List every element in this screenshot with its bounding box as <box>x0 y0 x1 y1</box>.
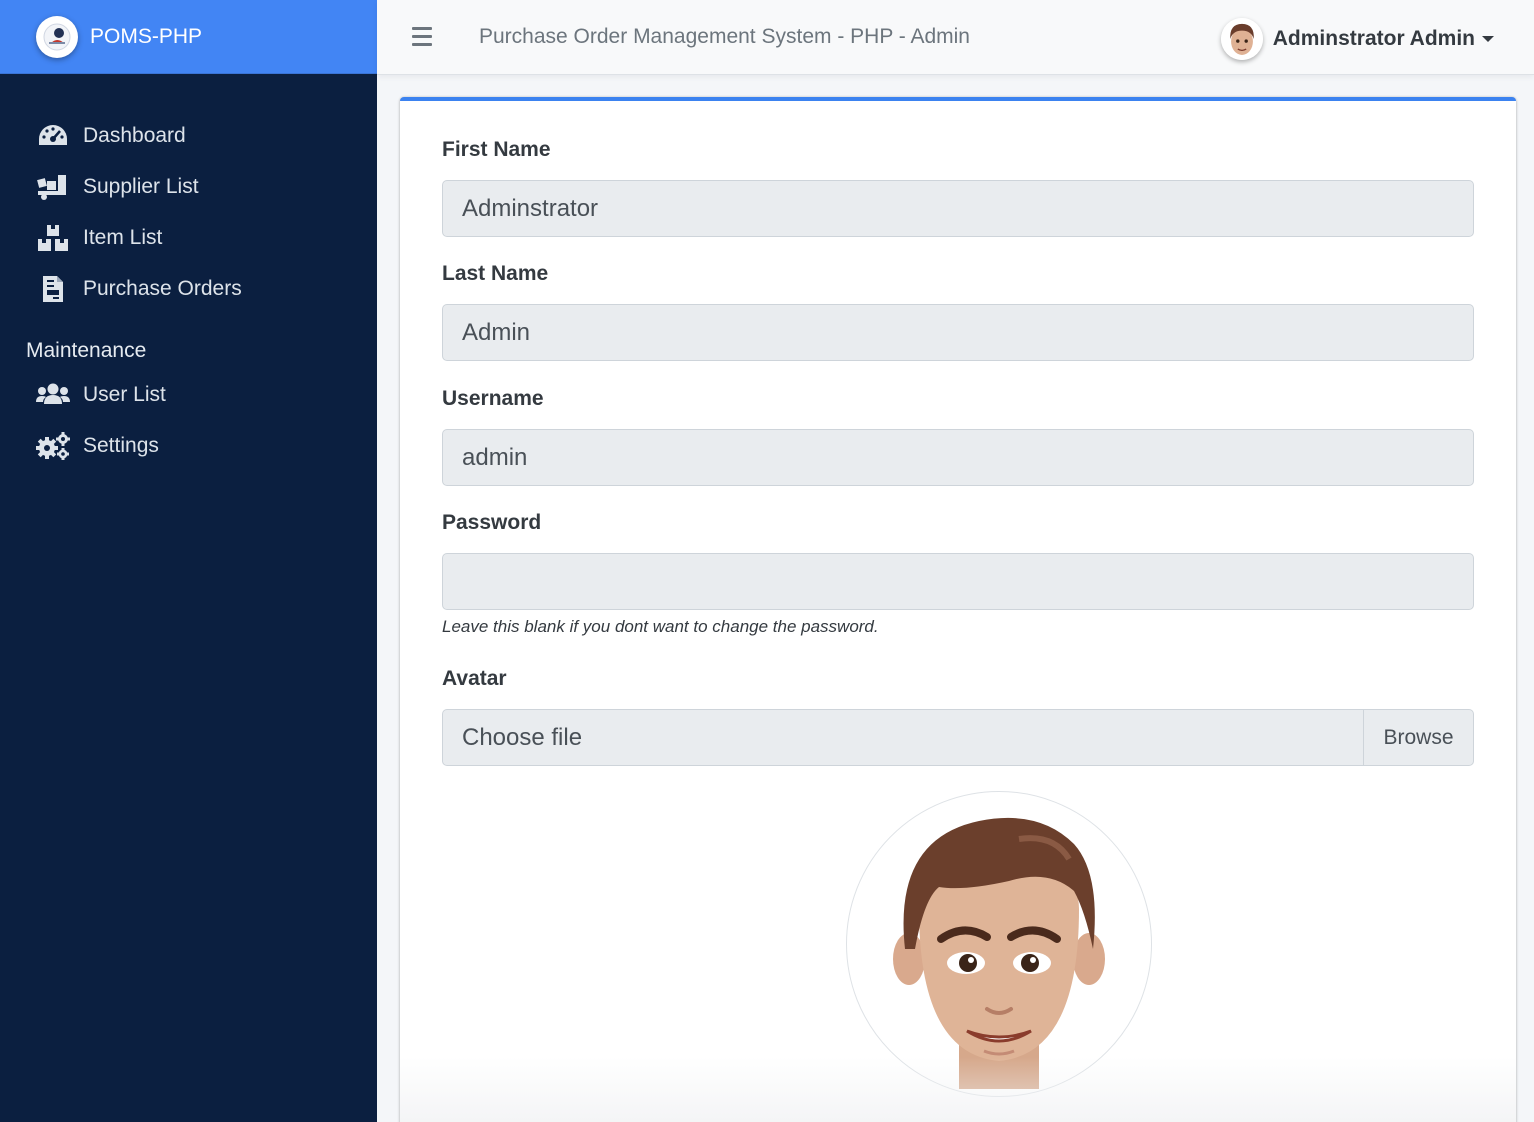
sidebar-item-purchase-orders[interactable]: Purchase Orders <box>0 263 377 314</box>
sidebar-item-label: Item List <box>83 225 163 249</box>
user-settings-card: First Name Adminstrator Last Name Admin … <box>400 97 1516 1122</box>
sidebar-item-label: Settings <box>83 433 159 457</box>
browse-button[interactable]: Browse <box>1363 710 1473 765</box>
topbar: Purchase Order Management System - PHP -… <box>377 0 1534 75</box>
avatar <box>1220 18 1263 60</box>
file-input-placeholder: Choose file <box>462 724 583 751</box>
avatar-face-icon <box>893 817 1105 1089</box>
brand-name: POMS-PHP <box>90 24 203 48</box>
password-hint: Leave this blank if you dont want to cha… <box>442 617 879 636</box>
cogs-icon <box>36 431 70 461</box>
password-input[interactable] <box>442 553 1474 610</box>
sidebar-item-label: Purchase Orders <box>83 276 242 300</box>
last-name-input[interactable]: Admin <box>442 304 1474 361</box>
user-name: Adminstrator Admin <box>1272 27 1475 50</box>
user-dropdown[interactable]: Adminstrator Admin <box>1220 18 1494 60</box>
sidebar-item-dashboard[interactable]: Dashboard <box>0 110 377 161</box>
boxes-icon <box>36 223 70 253</box>
sidebar-item-label: Supplier List <box>83 174 199 198</box>
avatar-preview-image <box>846 791 1152 1097</box>
hamburger-menu-icon[interactable] <box>412 27 432 51</box>
sidebar-item-supplier-list[interactable]: Supplier List <box>0 161 377 212</box>
brand-link[interactable]: POMS-PHP <box>0 0 377 74</box>
first-name-label: First Name <box>442 138 551 161</box>
brand-logo-icon <box>36 15 78 58</box>
sidebar-item-user-list[interactable]: User List <box>0 369 377 420</box>
avatar-label: Avatar <box>442 667 507 690</box>
users-icon <box>36 380 70 410</box>
page-title: Purchase Order Management System - PHP -… <box>479 25 970 48</box>
sidebar: POMS-PHP Dashboard Supplier List Item Li… <box>0 0 377 1122</box>
avatar-file-input[interactable]: Choose file Browse <box>442 709 1474 766</box>
sidebar-item-settings[interactable]: Settings <box>0 420 377 471</box>
sidebar-item-label: User List <box>83 382 166 406</box>
tachometer-icon <box>36 121 70 151</box>
bottom-fade <box>400 1057 1516 1122</box>
file-invoice-icon <box>36 274 70 304</box>
sidebar-item-item-list[interactable]: Item List <box>0 212 377 263</box>
first-name-input[interactable]: Adminstrator <box>442 180 1474 237</box>
username-input[interactable]: admin <box>442 429 1474 486</box>
sidebar-item-label: Dashboard <box>83 123 186 147</box>
password-label: Password <box>442 511 542 534</box>
username-label: Username <box>442 387 544 410</box>
caret-down-icon <box>1482 36 1494 42</box>
truck-loading-icon <box>36 172 70 202</box>
sidebar-nav: Dashboard Supplier List Item List Purcha… <box>0 74 377 471</box>
last-name-label: Last Name <box>442 262 549 285</box>
sidebar-section-header: Maintenance <box>26 339 147 362</box>
app-root: POMS-PHP Dashboard Supplier List Item Li… <box>0 0 1534 1122</box>
